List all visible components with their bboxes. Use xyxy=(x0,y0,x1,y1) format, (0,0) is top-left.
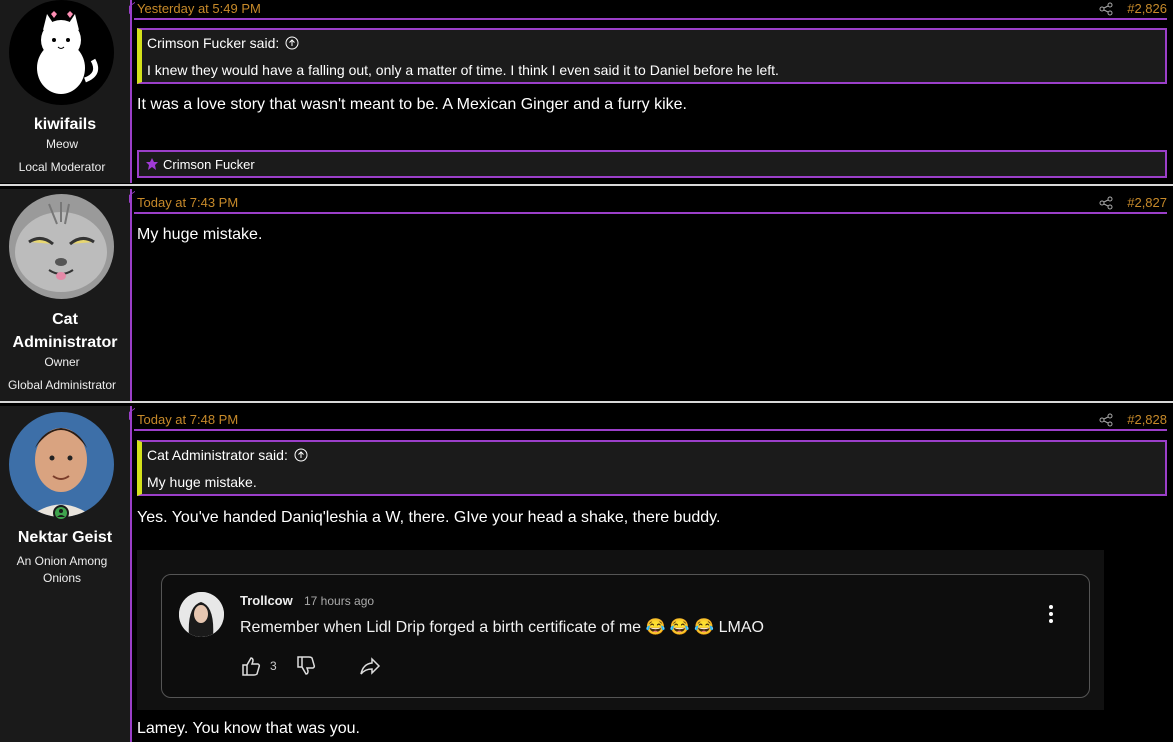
avatar[interactable] xyxy=(9,0,114,105)
message-text: Yes. You've handed Daniq'leshia a W, the… xyxy=(137,509,721,526)
comment-text: Remember when Lidl Drip forged a birth c… xyxy=(240,619,764,636)
commenter-name[interactable]: Trollcow xyxy=(240,593,293,608)
user-title: An Onion Among Onions xyxy=(16,554,108,585)
grey-cat-avatar-icon xyxy=(9,194,114,299)
post-date[interactable]: Today at 7:43 PM xyxy=(137,195,238,210)
jump-to-quote-icon[interactable] xyxy=(294,448,308,462)
more-options-icon[interactable] xyxy=(1049,605,1053,623)
post-date[interactable]: Today at 7:48 PM xyxy=(137,412,238,427)
embedded-screenshot[interactable]: Trollcow 17 hours ago Remember when Lidl… xyxy=(137,550,1104,710)
username[interactable]: kiwifails xyxy=(0,113,130,136)
post-2826: kiwifails Meow Local Moderator Yesterday… xyxy=(0,0,1173,183)
user-title: Meow xyxy=(45,137,78,151)
post-divider xyxy=(0,401,1173,403)
message-text-2: Lamey. You know that was you. xyxy=(137,720,360,737)
reaction-bar[interactable]: Crimson Fucker xyxy=(137,150,1167,178)
post-number[interactable]: #2,828 xyxy=(1127,412,1167,427)
thumbs-up-icon[interactable] xyxy=(240,655,262,677)
like-count: 3 xyxy=(270,659,277,673)
message-header: Yesterday at 5:49 PM #2,826 xyxy=(134,0,1167,20)
avatar[interactable] xyxy=(9,194,114,299)
share-icon[interactable] xyxy=(1099,196,1113,210)
user-banner: Global Administrator xyxy=(7,378,117,392)
reaction-icon xyxy=(146,158,158,170)
username-line-1[interactable]: Cat xyxy=(0,308,130,331)
quote-text: My huge mistake. xyxy=(147,474,257,490)
quote-author: Cat Administrator said: xyxy=(147,447,288,463)
reaction-user[interactable]: Crimson Fucker xyxy=(163,157,255,172)
username[interactable]: Nektar Geist xyxy=(0,526,130,549)
post-date[interactable]: Yesterday at 5:49 PM xyxy=(137,1,261,16)
cat-avatar-icon xyxy=(9,0,114,105)
post-2827: Cat Administrator Owner Global Administr… xyxy=(0,189,1173,401)
comment-card: Trollcow 17 hours ago Remember when Lidl… xyxy=(161,574,1090,698)
commenter-avatar-icon xyxy=(179,592,224,637)
comment-actions: 3 xyxy=(240,655,381,677)
portrait-avatar-icon xyxy=(9,412,114,517)
user-cell: Cat Administrator Owner Global Administr… xyxy=(0,189,132,401)
quote-header[interactable]: Cat Administrator said: xyxy=(147,447,308,463)
quote-block: Crimson Fucker said: I knew they would h… xyxy=(137,28,1167,84)
user-cell: kiwifails Meow Local Moderator xyxy=(0,0,132,183)
online-status-icon xyxy=(53,505,69,521)
message-header: Today at 7:48 PM #2,828 xyxy=(134,411,1167,431)
quote-block: Cat Administrator said: My huge mistake. xyxy=(137,440,1167,496)
post-number[interactable]: #2,827 xyxy=(1127,195,1167,210)
quote-header[interactable]: Crimson Fucker said: xyxy=(147,35,299,51)
user-title: Owner xyxy=(44,355,80,369)
message-text: My huge mistake. xyxy=(137,226,263,243)
quote-author: Crimson Fucker said: xyxy=(147,35,280,51)
comment-time[interactable]: 17 hours ago xyxy=(304,594,374,608)
user-banner: Local Moderator xyxy=(18,160,106,174)
share-icon[interactable] xyxy=(1099,2,1113,16)
post-2828: Nektar Geist An Onion Among Onions Today… xyxy=(0,406,1173,742)
message-text: It was a love story that wasn't meant to… xyxy=(137,96,687,113)
thumbs-down-icon[interactable] xyxy=(295,655,317,677)
post-divider xyxy=(0,184,1173,186)
quote-text: I knew they would have a falling out, on… xyxy=(147,62,779,78)
jump-to-quote-icon[interactable] xyxy=(285,36,299,50)
message-header: Today at 7:43 PM #2,827 xyxy=(134,194,1167,214)
user-cell: Nektar Geist An Onion Among Onions xyxy=(0,406,132,742)
share-arrow-icon[interactable] xyxy=(359,655,381,677)
share-icon[interactable] xyxy=(1099,413,1113,427)
post-number[interactable]: #2,826 xyxy=(1127,1,1167,16)
commenter-avatar[interactable] xyxy=(179,592,224,637)
username-line-2[interactable]: Administrator xyxy=(0,331,130,354)
avatar[interactable] xyxy=(9,412,114,517)
